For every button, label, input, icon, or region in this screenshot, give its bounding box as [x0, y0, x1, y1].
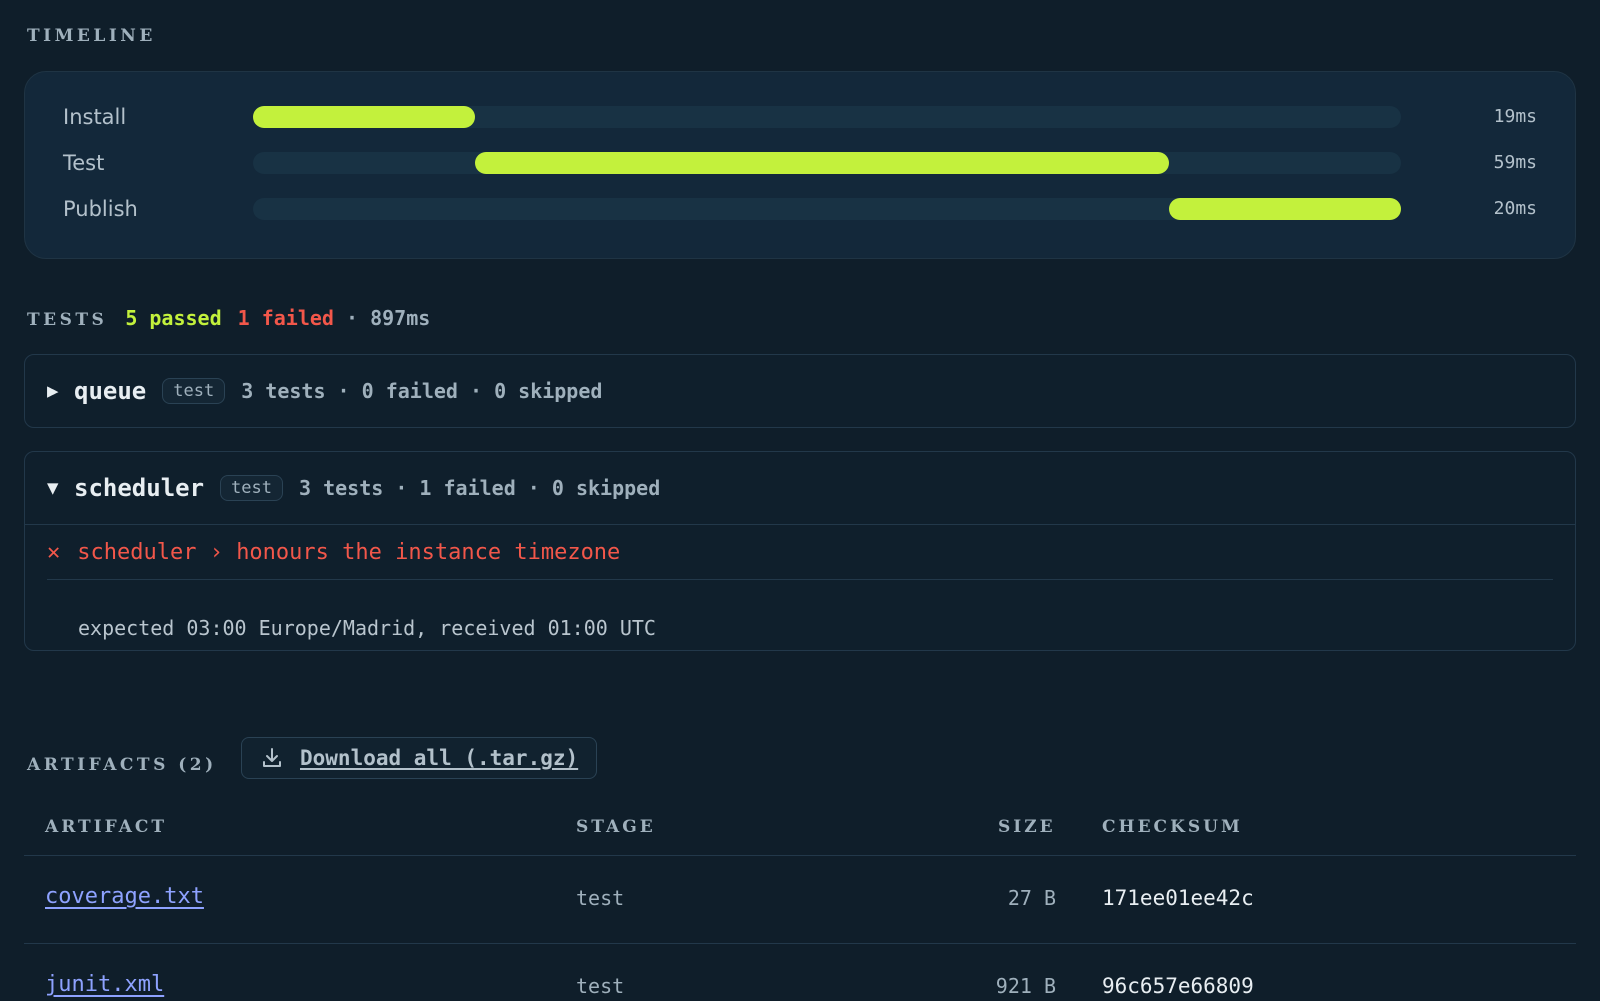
suite-body: ✕ scheduler › honours the instance timez… — [25, 524, 1575, 650]
download-all-label: Download all (.tar.gz) — [300, 746, 579, 770]
tests-summary: TESTS 5 passed 1 failed · 897ms — [27, 306, 430, 330]
artifact-stage: test — [576, 886, 625, 910]
timeline-bar-publish — [1169, 198, 1401, 220]
artifact-size: 921 B — [995, 974, 1056, 998]
download-all-button[interactable]: Download all (.tar.gz) — [241, 737, 598, 779]
artifact-size: 27 B — [1007, 886, 1056, 910]
column-header-checksum: CHECKSUM — [1102, 817, 1243, 837]
close-x-icon: ✕ — [47, 539, 61, 565]
timeline-track — [253, 106, 1401, 128]
caret-down-icon: ▼ — [47, 477, 59, 499]
failure-message: expected 03:00 Europe/Madrid, received 0… — [78, 616, 656, 640]
suite-tag: test — [220, 475, 283, 501]
caret-right-icon: ▶ — [47, 380, 59, 402]
timeline-stage-label: Publish — [63, 197, 138, 221]
tests-passed-count: 5 passed — [125, 306, 222, 330]
suite-tag: test — [162, 378, 226, 404]
column-header-artifact: ARTIFACT — [45, 817, 168, 837]
failed-test-name: scheduler › honours the instance timezon… — [77, 539, 621, 565]
table-row: junit.xml test 921 B 96c657e66809 — [24, 944, 1576, 1001]
timeline-bar-test — [474, 152, 1170, 174]
suite-toggle-scheduler[interactable]: ▼ scheduler test 3 tests · 1 failed · 0 … — [25, 452, 1575, 524]
timeline-bar-install — [253, 106, 475, 128]
artifact-checksum: 96c657e66809 — [1102, 974, 1254, 998]
table-header: ARTIFACT STAGE SIZE CHECKSUM — [24, 805, 1576, 856]
timeline-row-test: Test 59ms — [25, 148, 1575, 178]
timeline-stage-duration: 59ms — [1493, 152, 1537, 173]
failed-test-row: ✕ scheduler › honours the instance timez… — [47, 525, 1553, 580]
column-header-size: SIZE — [998, 817, 1056, 837]
suite-stats: 3 tests · 0 failed · 0 skipped — [241, 379, 603, 403]
tests-heading: TESTS — [27, 310, 108, 330]
timeline-stage-duration: 19ms — [1493, 106, 1537, 127]
table-row: coverage.txt test 27 B 171ee01ee42c — [24, 856, 1576, 944]
suite-name: scheduler — [74, 474, 205, 502]
timeline-card: Install 19ms Test 59ms Publish 20ms — [24, 71, 1576, 259]
column-header-stage: STAGE — [576, 817, 656, 837]
suite-name: queue — [74, 377, 147, 405]
artifact-link[interactable]: junit.xml — [45, 972, 164, 997]
test-suite-scheduler: ▼ scheduler test 3 tests · 1 failed · 0 … — [24, 451, 1576, 651]
timeline-track — [253, 198, 1401, 220]
suite-toggle-queue[interactable]: ▶ queue test 3 tests · 0 failed · 0 skip… — [25, 355, 1575, 427]
artifacts-heading: ARTIFACTS (2) — [27, 755, 217, 775]
timeline-stage-label: Install — [63, 105, 127, 129]
timeline-stage-duration: 20ms — [1493, 198, 1537, 219]
artifact-link[interactable]: coverage.txt — [45, 884, 204, 909]
download-icon — [263, 748, 281, 767]
timeline-track — [253, 152, 1401, 174]
artifacts-table: ARTIFACT STAGE SIZE CHECKSUM coverage.tx… — [24, 805, 1576, 1001]
timeline-heading: TIMELINE — [27, 26, 156, 46]
timeline-row-install: Install 19ms — [25, 102, 1575, 132]
tests-failed-count: 1 failed — [237, 306, 334, 330]
artifact-stage: test — [576, 974, 625, 998]
timeline-row-publish: Publish 20ms — [25, 194, 1575, 224]
pipeline-run-page: TIMELINE Install 19ms Test 59ms Publish … — [0, 0, 1600, 1001]
test-suite-queue: ▶ queue test 3 tests · 0 failed · 0 skip… — [24, 354, 1576, 428]
timeline-stage-label: Test — [63, 151, 105, 175]
suite-stats: 3 tests · 1 failed · 0 skipped — [299, 476, 661, 500]
tests-duration: · 897ms — [346, 306, 431, 330]
artifact-checksum: 171ee01ee42c — [1102, 886, 1254, 910]
